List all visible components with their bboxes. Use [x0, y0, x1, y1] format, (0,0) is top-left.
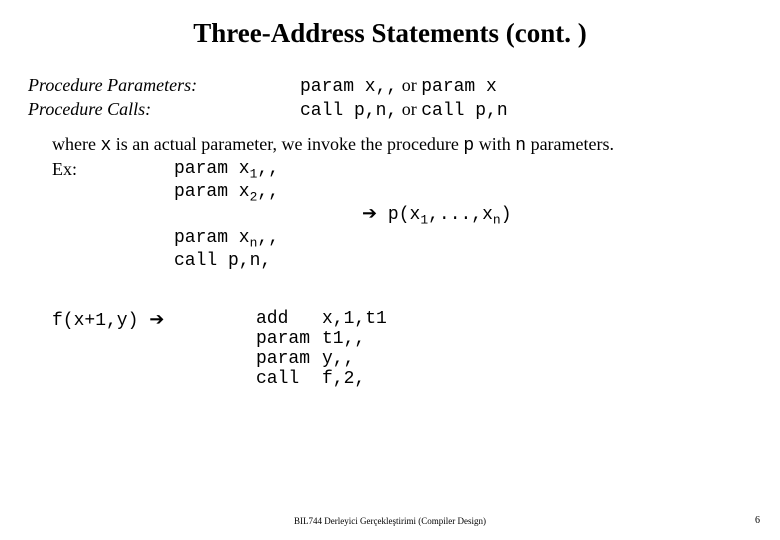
example-row4: call p,n,	[52, 250, 752, 273]
ex-line2: param x2,,	[174, 181, 279, 204]
def-params-code2: param x	[421, 77, 497, 97]
ex-line1: param x1,,	[174, 158, 279, 181]
desc-post: parameters.	[526, 134, 614, 154]
desc-x: x	[100, 136, 111, 156]
example-row3: param xn,,	[52, 227, 752, 250]
footer-text: BIL744 Derleyici Gerçekleştirimi (Compil…	[0, 516, 780, 526]
def-calls-label: Procedure Calls:	[28, 99, 300, 121]
b2-r4op: call	[256, 369, 322, 389]
ex-l2b: ,,	[257, 182, 279, 202]
b2-row2: paramt1,,	[256, 329, 387, 349]
b2-row3: paramy,,	[256, 349, 387, 369]
ex-label: Ex:	[52, 158, 174, 181]
desc-mid2: with	[474, 134, 515, 154]
ex-line3: param xn,,	[174, 227, 279, 250]
ex-call-a: p(x	[377, 205, 420, 225]
b2-r2op: param	[256, 329, 322, 349]
b2-lhs-text: f(x+1,y)	[52, 311, 149, 331]
arrow-icon: ➔	[362, 203, 377, 223]
def-calls: Procedure Calls: call p,n, or call p,n	[28, 99, 752, 121]
def-params-label: Procedure Parameters:	[28, 75, 300, 97]
example2-lhs: f(x+1,y) ➔	[52, 309, 256, 389]
b2-r1arg: x,1,t1	[322, 309, 387, 329]
example-row2: param x2,,	[52, 181, 752, 204]
ex-l3b: ,,	[257, 228, 279, 248]
ex-l3a: param x	[174, 228, 250, 248]
desc-line: where x is an actual parameter, we invok…	[52, 133, 752, 158]
def-params-value: param x,, or param x	[300, 75, 497, 97]
ex-call-s1: 1	[420, 213, 428, 228]
arrow-icon: ➔	[149, 309, 164, 329]
desc-pre: where	[52, 134, 100, 154]
example-row1: Ex: param x1,,	[52, 158, 752, 181]
def-calls-value: call p,n, or call p,n	[300, 99, 508, 121]
b2-row1: addx,1,t1	[256, 309, 387, 329]
slide-title: Three-Address Statements (cont. )	[28, 18, 752, 49]
def-calls-or: or	[397, 99, 421, 119]
ex-l1a: param x	[174, 159, 250, 179]
b2-r3arg: y,,	[322, 349, 354, 369]
def-calls-code2: call p,n	[421, 101, 507, 121]
ex-call-end: )	[501, 205, 512, 225]
example2-rhs: addx,1,t1 paramt1,, paramy,, callf,2,	[256, 309, 387, 389]
ex-call-mid: ,...,x	[428, 205, 493, 225]
ex-call-s2: n	[493, 213, 501, 228]
ex-line4: call p,n,	[174, 250, 271, 273]
ex-l1b: ,,	[257, 159, 279, 179]
ex-rhs: ➔ p(x1,...,xn)	[362, 202, 752, 227]
def-params-code: param x,,	[300, 77, 397, 97]
def-calls-code: call p,n,	[300, 101, 397, 121]
desc-n: n	[515, 136, 526, 156]
b2-r2arg: t1,,	[322, 329, 365, 349]
ex-l2a: param x	[174, 182, 250, 202]
def-params: Procedure Parameters: param x,, or param…	[28, 75, 752, 97]
def-params-or: or	[397, 75, 421, 95]
b2-row4: callf,2,	[256, 369, 387, 389]
desc-p: p	[463, 136, 474, 156]
b2-r4arg: f,2,	[322, 369, 365, 389]
b2-r3op: param	[256, 349, 322, 369]
example2: f(x+1,y) ➔ addx,1,t1 paramt1,, paramy,, …	[52, 309, 752, 389]
page-number: 6	[755, 515, 760, 526]
desc-mid1: is an actual parameter, we invoke the pr…	[111, 134, 463, 154]
b2-r1op: add	[256, 309, 322, 329]
